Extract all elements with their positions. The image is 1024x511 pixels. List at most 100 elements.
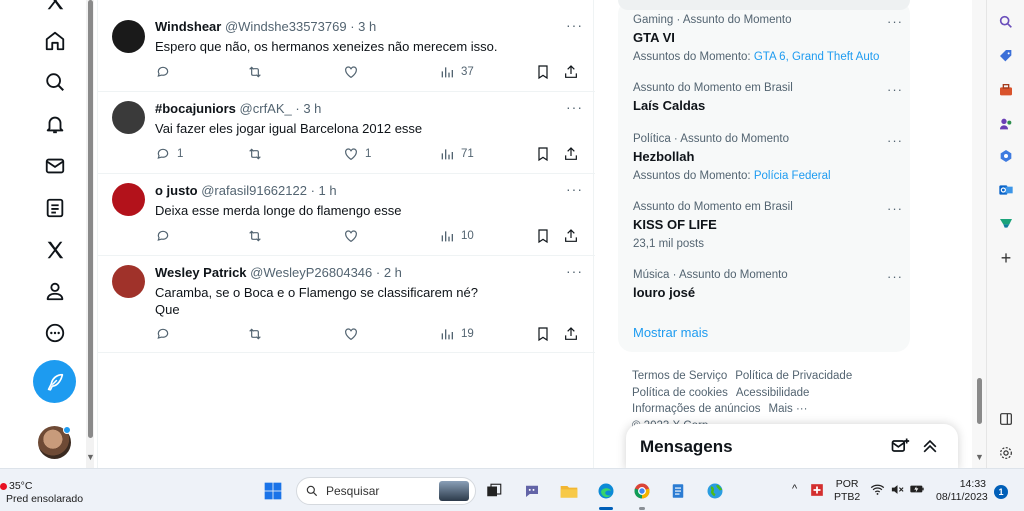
tweet-more-button[interactable]: ···: [566, 99, 583, 115]
messages-envelope-icon[interactable]: [42, 153, 68, 179]
task-view-icon[interactable]: [482, 479, 506, 503]
tweet[interactable]: #bocajuniors @crfAK_ · 3 h ··· Vai fazer…: [98, 92, 595, 174]
reply-button[interactable]: 1: [155, 146, 183, 162]
reply-button[interactable]: [155, 228, 177, 244]
share-button[interactable]: [563, 64, 579, 80]
tweet-more-button[interactable]: ···: [566, 181, 583, 197]
tweet-more-button[interactable]: ···: [566, 17, 583, 33]
like-button[interactable]: [343, 326, 365, 342]
ads-info-link[interactable]: Informações de anúncios: [632, 403, 761, 415]
system-clock[interactable]: 14:33 08/11/2023: [936, 478, 988, 504]
games-icon[interactable]: [997, 115, 1015, 133]
accessibility-link[interactable]: Acessibilidade: [736, 387, 810, 399]
show-more-link[interactable]: Mostrar mais: [633, 325, 708, 340]
trend-item[interactable]: Assunto do Momento em Brasil Laís Caldas ·…: [633, 82, 903, 113]
trend-more-button[interactable]: ···: [887, 82, 903, 97]
trend-more-button[interactable]: ···: [887, 201, 903, 216]
like-button[interactable]: 1: [343, 146, 371, 162]
tweet-time[interactable]: · 1 h: [311, 183, 337, 198]
tweet-avatar[interactable]: [112, 183, 145, 216]
retweet-button[interactable]: [247, 64, 269, 80]
retweet-button[interactable]: [247, 326, 269, 342]
globe-app-icon[interactable]: [703, 479, 727, 503]
share-button[interactable]: [563, 326, 579, 342]
trend-more-button[interactable]: ···: [887, 133, 903, 148]
tray-overflow-chevron-icon[interactable]: ^: [792, 483, 797, 495]
notifications-bell-icon[interactable]: [42, 111, 68, 137]
tweet-avatar[interactable]: [112, 101, 145, 134]
tweet-time[interactable]: · 3 h: [350, 19, 376, 34]
compose-post-button[interactable]: [33, 360, 76, 403]
x-premium-icon[interactable]: [42, 237, 68, 263]
profile-icon[interactable]: [42, 278, 68, 304]
trend-item[interactable]: Assunto do Momento em Brasil KISS OF LIFE…: [633, 201, 903, 250]
taskbar-search[interactable]: Pesquisar: [296, 477, 476, 505]
search-icon[interactable]: [42, 69, 68, 95]
scroll-down-arrow-icon[interactable]: ▼: [975, 452, 984, 462]
reply-button[interactable]: [155, 64, 177, 80]
tweet-author-handle[interactable]: @Windshe33573769: [225, 19, 347, 34]
scrollbar-thumb[interactable]: [88, 0, 93, 438]
views-button[interactable]: 10: [439, 228, 474, 244]
tweet-avatar[interactable]: [112, 265, 145, 298]
tweet-time[interactable]: · 2 h: [376, 265, 402, 280]
tag-icon[interactable]: [997, 47, 1015, 65]
views-button[interactable]: 19: [439, 326, 474, 342]
share-button[interactable]: [563, 146, 579, 162]
tweet-author-handle[interactable]: @rafasil91662122: [201, 183, 307, 198]
tweet-author-handle[interactable]: @WesleyP26804346: [250, 265, 372, 280]
share-button[interactable]: [563, 228, 579, 244]
expand-chevrons-icon[interactable]: [920, 436, 940, 456]
trend-item[interactable]: Política · Assunto do Momento Hezbollah As…: [633, 133, 903, 182]
language-indicator[interactable]: POR PTB2: [834, 478, 860, 504]
more-options-icon[interactable]: [42, 320, 68, 346]
home-icon[interactable]: [42, 28, 68, 54]
drop-icon[interactable]: [997, 214, 1015, 232]
tweet-author-name[interactable]: Windshear: [155, 19, 221, 34]
main-scrollbar[interactable]: ▼: [972, 0, 986, 468]
notification-count-badge[interactable]: 1: [994, 485, 1008, 499]
chrome-browser-icon[interactable]: [630, 479, 654, 503]
file-explorer-icon[interactable]: [557, 479, 581, 503]
weather-widget[interactable]: 35°C Pred ensolarado: [0, 480, 83, 506]
sidebar-toggle-icon[interactable]: [997, 410, 1015, 428]
trend-more-button[interactable]: ···: [887, 14, 903, 29]
tweet[interactable]: Wesley Patrick @WesleyP26804346 · 2 h ··…: [98, 256, 595, 353]
tweet[interactable]: Windshear @Windshe33573769 · 3 h ··· Esp…: [98, 0, 595, 92]
more-footer-link[interactable]: Mais ···: [769, 403, 808, 415]
battery-charging-icon[interactable]: [908, 480, 926, 498]
edge-browser-icon[interactable]: [594, 479, 618, 503]
views-button[interactable]: 71: [439, 146, 474, 162]
reply-button[interactable]: [155, 326, 177, 342]
tweet-author-name[interactable]: #bocajuniors: [155, 101, 236, 116]
retweet-button[interactable]: [247, 228, 269, 244]
volume-muted-icon[interactable]: [888, 480, 906, 498]
privacy-link[interactable]: Política de Privacidade: [735, 370, 852, 382]
settings-gear-icon[interactable]: [997, 444, 1015, 462]
scroll-down-arrow-icon[interactable]: ▼: [86, 452, 95, 462]
views-button[interactable]: 37: [439, 64, 474, 80]
antivirus-tray-icon[interactable]: [808, 481, 826, 499]
wifi-icon[interactable]: [868, 480, 886, 498]
bookmark-button[interactable]: [535, 146, 551, 162]
tweet-author-name[interactable]: Wesley Patrick: [155, 265, 247, 280]
terms-link[interactable]: Termos de Serviço: [632, 370, 727, 382]
search-icon[interactable]: [997, 13, 1015, 31]
trend-related-links[interactable]: GTA 6, Grand Theft Auto: [754, 51, 880, 63]
teams-chat-icon[interactable]: [520, 479, 544, 503]
tweet-avatar[interactable]: [112, 20, 145, 53]
left-scrollbar[interactable]: ▼: [86, 0, 95, 468]
tweet-time[interactable]: · 3 h: [295, 101, 321, 116]
trend-more-button[interactable]: ···: [887, 269, 903, 284]
windows-start-icon[interactable]: [261, 479, 285, 503]
new-message-icon[interactable]: [890, 436, 910, 456]
tweet-more-button[interactable]: ···: [566, 263, 583, 279]
bookmark-button[interactable]: [535, 228, 551, 244]
retweet-button[interactable]: [247, 146, 269, 162]
bookmark-button[interactable]: [535, 64, 551, 80]
like-button[interactable]: [343, 64, 365, 80]
tweet[interactable]: o justo @rafasil91662122 · 1 h ··· Deixa…: [98, 174, 595, 256]
trend-item[interactable]: Gaming · Assunto do Momento GTA VI Assunto…: [633, 14, 903, 63]
tweet-author-handle[interactable]: @crfAK_: [240, 101, 292, 116]
tweet-author-name[interactable]: o justo: [155, 183, 198, 198]
